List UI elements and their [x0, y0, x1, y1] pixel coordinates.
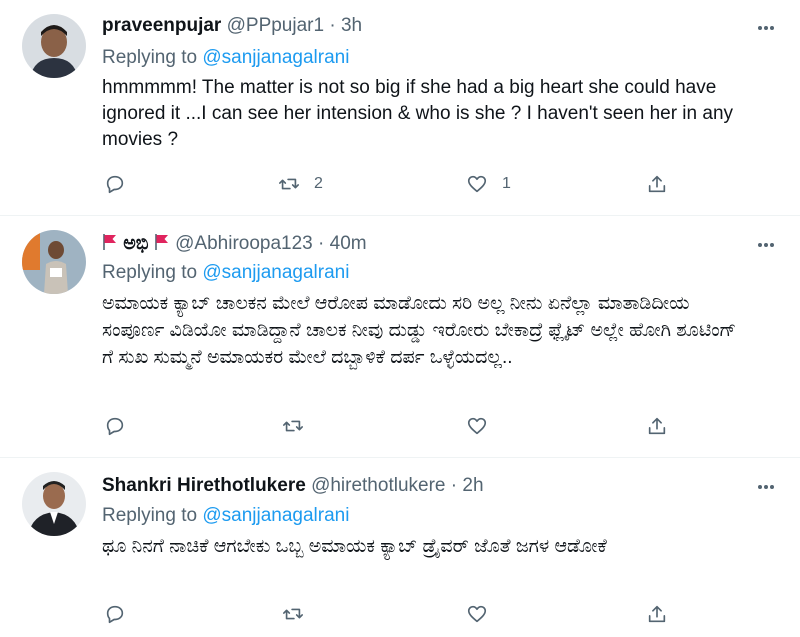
replying-prefix: Replying to	[102, 262, 198, 283]
display-name[interactable]: Shankri Hirethotlukere	[102, 475, 306, 496]
timestamp[interactable]: 3h	[341, 15, 362, 36]
replying-to: Replying to @sanjjanagalrani	[102, 504, 349, 528]
retweet-icon	[283, 420, 303, 432]
separator: ·	[318, 233, 325, 254]
like-count: 1	[502, 175, 511, 192]
replying-to: Replying to @sanjjanagalrani	[102, 261, 349, 285]
share-button[interactable]	[646, 600, 668, 628]
heart-icon	[467, 605, 487, 623]
tweet-actions	[102, 412, 702, 440]
tweet-actions: 2 1	[102, 170, 702, 198]
mention-link[interactable]: @sanjjanagalrani	[202, 505, 349, 526]
heart-icon	[467, 175, 487, 193]
avatar[interactable]	[22, 230, 86, 294]
red-flag-icon	[155, 234, 168, 250]
separator: ·	[329, 15, 336, 36]
retweet-button[interactable]	[282, 412, 304, 440]
tweet-text: hmmmmm! The matter is not so big if she …	[102, 77, 734, 150]
replying-prefix: Replying to	[102, 505, 198, 526]
avatar[interactable]	[22, 14, 86, 78]
mention-link[interactable]: @sanjjanagalrani	[202, 262, 349, 283]
retweet-count: 2	[314, 175, 323, 192]
user-handle[interactable]: @PPpujar1	[227, 15, 324, 36]
retweet-button[interactable]: 2	[278, 170, 323, 198]
reply-button[interactable]	[104, 170, 126, 198]
retweet-icon	[279, 178, 299, 190]
tweet-text: ಅಮಾಯಕ ಕ್ಯಾಬ್ ಚಾಲಕನ ಮೇಲೆ ಆರೋಪ ಮಾಡೋದು ಸರಿ …	[102, 293, 737, 368]
retweet-icon	[283, 608, 303, 620]
reply-icon	[106, 605, 124, 624]
share-icon	[648, 605, 666, 623]
avatar[interactable]	[22, 472, 86, 536]
tweet-header: ಅಭಿ @Abhiroopa123 · 40m	[102, 232, 367, 256]
reply-button[interactable]	[104, 412, 126, 440]
more-icon[interactable]	[754, 475, 778, 499]
retweet-button[interactable]	[282, 600, 304, 628]
timestamp[interactable]: 40m	[330, 233, 367, 254]
replying-prefix: Replying to	[102, 47, 198, 68]
heart-icon	[467, 417, 487, 435]
share-button[interactable]	[646, 170, 668, 198]
separator: ·	[450, 475, 458, 496]
like-button[interactable]	[466, 412, 488, 440]
more-icon[interactable]	[754, 16, 778, 40]
display-name[interactable]: praveenpujar	[102, 15, 221, 36]
tweet[interactable]: ಅಭಿ @Abhiroopa123 · 40m Replying to @san…	[0, 216, 800, 457]
tweet-text: ಥೂ ನಿನಗೆ ನಾಚಿಕೆ ಆಗಬೇಕು ಒಬ್ಬ ಅಮಾಯಕ ಕ್ಯಾಬ್…	[102, 536, 607, 557]
tweet-header: Shankri Hirethotlukere @hirethotlukere ·…	[102, 474, 484, 498]
tweet[interactable]: praveenpujar @PPpujar1 · 3h Replying to …	[0, 0, 800, 215]
replying-to: Replying to @sanjjanagalrani	[102, 46, 349, 70]
reply-button[interactable]	[104, 600, 126, 628]
red-flag-icon	[103, 234, 116, 250]
like-button[interactable]	[466, 600, 488, 628]
user-handle[interactable]: @Abhiroopa123	[175, 233, 313, 254]
reply-icon	[106, 417, 124, 436]
like-button[interactable]: 1	[466, 170, 511, 198]
tweet-actions	[102, 600, 702, 628]
share-icon	[648, 175, 666, 193]
display-name[interactable]: ಅಭಿ	[123, 233, 148, 254]
timestamp[interactable]: 2h	[462, 475, 483, 496]
user-handle[interactable]: @hirethotlukere	[311, 475, 445, 496]
more-icon[interactable]	[754, 233, 778, 257]
tweet-header: praveenpujar @PPpujar1 · 3h	[102, 14, 362, 38]
tweet[interactable]: Shankri Hirethotlukere @hirethotlukere ·…	[0, 458, 800, 637]
reply-icon	[106, 175, 124, 194]
share-button[interactable]	[646, 412, 668, 440]
share-icon	[648, 417, 666, 435]
mention-link[interactable]: @sanjjanagalrani	[202, 47, 349, 68]
